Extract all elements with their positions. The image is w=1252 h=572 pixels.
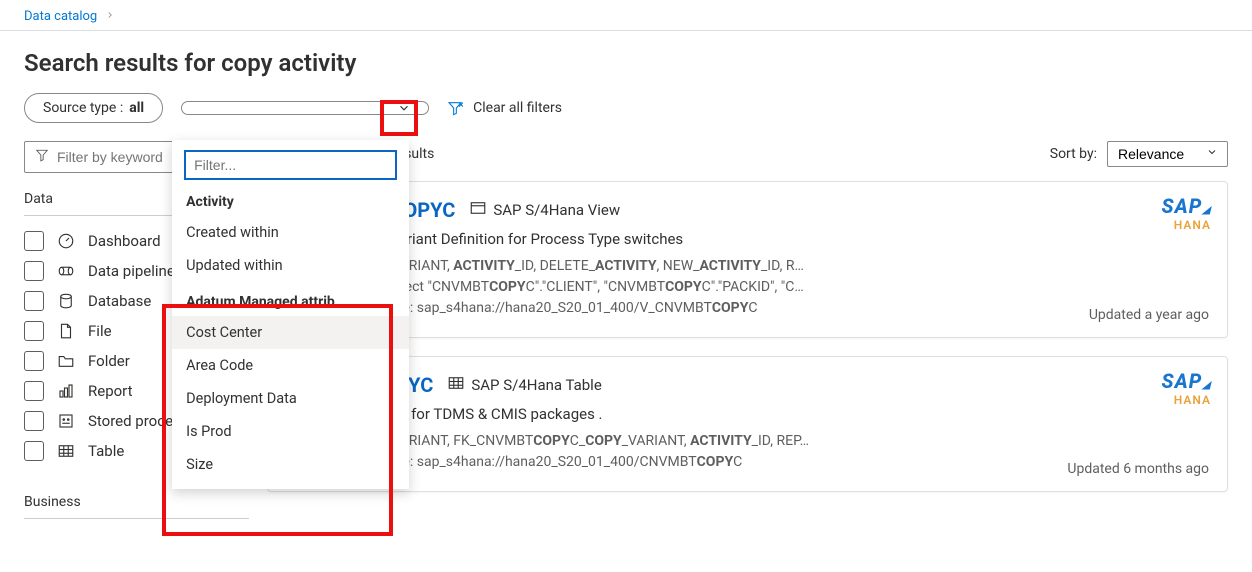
facet-label: File <box>88 322 112 340</box>
result-description: MBT PCL Copy Variant Definition for Proc… <box>286 230 1209 248</box>
facet-label: Database <box>88 292 151 310</box>
clear-filters-button[interactable]: Clear all filters <box>447 100 562 116</box>
annotation-highlight <box>162 304 393 536</box>
result-type: SAP S/4Hana View <box>469 199 620 221</box>
database-icon <box>56 291 76 311</box>
table-icon <box>447 374 465 396</box>
gauge-icon <box>56 231 76 251</box>
sap-hana-logo: SAP◢ HANA <box>1162 369 1211 407</box>
checkbox[interactable] <box>24 351 44 371</box>
result-card[interactable]: SAP◢ HANA V_CNVMBTCOPYC SAP S/4Hana View… <box>267 181 1228 338</box>
checkbox[interactable] <box>24 291 44 311</box>
file-icon <box>56 321 76 341</box>
page-title: Search results for copy activity <box>24 49 1228 77</box>
result-card[interactable]: SAP◢ HANA CNVMBTCOPYC SAP S/4Hana Table … <box>267 356 1228 492</box>
source-type-label: Source type : <box>43 100 123 116</box>
result-meta: Fully qualified name: sap_s4hana://hana2… <box>286 300 1209 316</box>
chevron-right-icon <box>105 8 115 24</box>
sap-hana-logo: SAP◢ HANA <box>1162 194 1211 232</box>
view-icon <box>469 199 487 221</box>
dropdown-section-activity: Activity <box>172 188 409 216</box>
checkbox[interactable] <box>24 231 44 251</box>
facet-label: Report <box>88 382 133 400</box>
result-meta: Columns: COPY_VARIANT, ACTIVITY_ID, DELE… <box>286 258 1209 274</box>
pipeline-icon <box>56 261 76 281</box>
facet-label: Dashboard <box>88 232 161 250</box>
dropdown-option-created-within[interactable]: Created within <box>172 216 409 249</box>
facet-label: Folder <box>88 352 130 370</box>
sort-label: Sort by: <box>1050 146 1097 162</box>
filter-dropdown-pill[interactable]: Activity Created within Updated within A… <box>181 101 429 115</box>
result-updated: Updated 6 months ago <box>1067 461 1209 477</box>
report-icon <box>56 381 76 401</box>
checkbox[interactable] <box>24 411 44 431</box>
sort-select[interactable]: Relevance <box>1107 141 1228 167</box>
result-meta: Columns: COPY_VARIANT, FK_CNVMBTCOPYC_CO… <box>286 433 1209 449</box>
filters-row: Source type : all Activity Created withi… <box>24 93 1228 123</box>
checkbox[interactable] <box>24 261 44 281</box>
checkbox[interactable] <box>24 321 44 341</box>
result-meta: viewStatement: Select "CNVMBTCOPYC"."CLI… <box>286 279 1209 295</box>
dropdown-option-updated-within[interactable]: Updated within <box>172 249 409 282</box>
sproc-icon <box>56 411 76 431</box>
facet-label: Data pipeline <box>88 262 175 280</box>
breadcrumb: Data catalog <box>0 0 1252 31</box>
checkbox[interactable] <box>24 441 44 461</box>
result-description: Copy Control Data for TDMS & CMIS packag… <box>286 405 1209 423</box>
annotation-highlight <box>380 100 418 136</box>
funnel-icon <box>35 148 49 166</box>
results-main: g 1-25 out of 44946 results Sort by: Rel… <box>267 141 1228 529</box>
folder-icon <box>56 351 76 371</box>
source-type-pill[interactable]: Source type : all <box>24 93 163 123</box>
filter-dropdown-panel: Activity Created within Updated within A… <box>172 140 409 489</box>
funnel-clear-icon <box>447 100 463 116</box>
checkbox[interactable] <box>24 381 44 401</box>
source-type-value: all <box>129 100 144 116</box>
result-updated: Updated a year ago <box>1089 307 1209 323</box>
facet-label: Table <box>88 442 124 460</box>
breadcrumb-root[interactable]: Data catalog <box>24 9 97 24</box>
result-type: SAP S/4Hana Table <box>447 374 601 396</box>
dropdown-filter-input[interactable] <box>184 150 397 180</box>
clear-filters-label: Clear all filters <box>473 100 562 116</box>
table-icon <box>56 441 76 461</box>
